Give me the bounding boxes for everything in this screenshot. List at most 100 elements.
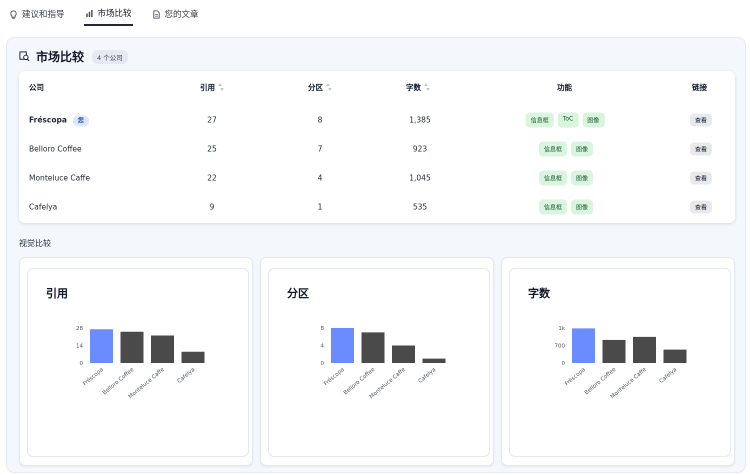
tab-bar: 建议和指导 市场比较 您的文章 [0, 0, 750, 26]
y-tick-label: 0 [80, 361, 84, 367]
y-tick-label: 0 [562, 361, 566, 367]
compare-search-icon [19, 51, 30, 62]
words-value: 535 [412, 202, 428, 211]
company-name: Fréscopa 您 [29, 115, 89, 126]
y-tick-label: 0 [321, 361, 325, 367]
visual-comparison-label: 视觉比较 [19, 239, 51, 248]
tab-label: 建议和指导 [22, 10, 65, 20]
x-tick-label: Fréscopa [564, 366, 587, 387]
table-row: Cafelya 9 1 535 信息框 图像 查看 [19, 192, 735, 221]
x-tick-label: Fréscopa [82, 366, 105, 387]
citations-value: 25 [207, 144, 217, 153]
view-link[interactable]: 查看 [689, 200, 713, 213]
bar [120, 331, 144, 363]
citations-bar-chart: 01428FréscopaBelloro CoffeeMonteluce Caf… [76, 326, 205, 400]
sort-icon[interactable] [326, 83, 332, 92]
x-tick-label: Belloro Coffee [102, 367, 136, 397]
feature-chip: 图像 [582, 112, 605, 127]
chart-inner: 字数 0 700 1k Fréscopa Belloro Coffee Monteluce… [509, 268, 731, 457]
feature-chips: 信息框 图像 [538, 170, 594, 185]
citations-value: 22 [207, 173, 217, 182]
feature-chip: 信息框 [525, 112, 554, 127]
bar [331, 328, 354, 363]
feature-chip: 图像 [571, 199, 594, 214]
header-sections[interactable]: 分区 [308, 82, 332, 93]
chart-card-citations: 引用 0 14 28 Fréscopa Belloro Coffee Monteluce … [19, 257, 253, 466]
bar [392, 345, 415, 363]
sections-bar-chart: 048FréscopaBelloro CoffeeMonteluce Caffe… [321, 326, 446, 400]
tab-your-article[interactable]: 您的文章 [151, 2, 200, 26]
company-name: Cafelya [29, 202, 58, 211]
sections-value: 7 [317, 144, 323, 153]
document-icon [152, 9, 160, 19]
chart-inner: 分区 0 4 8 Fréscopa Belloro Coffee Monteluce Ca… [268, 268, 490, 457]
x-tick-label: Cafelya [177, 367, 197, 385]
panel-title: 市场比较 [36, 50, 85, 64]
chart-card-words: 字数 0 700 1k Fréscopa Belloro Coffee Monteluce… [501, 257, 735, 466]
tab-market-comparison[interactable]: 市场比较 [83, 2, 133, 26]
header-company: 公司 [29, 83, 44, 92]
tab-suggestions[interactable]: 建议和指导 [8, 2, 66, 26]
feature-chip: 信息框 [538, 141, 567, 156]
table-row: Monteluce Caffe 22 4 1,045 信息框 图像 查看 [19, 163, 735, 192]
x-tick-label: Belloro Coffee [343, 367, 377, 397]
words-bar-chart: 07001kFréscopaBelloro CoffeeMonteluce Ca… [555, 326, 687, 400]
view-link[interactable]: 查看 [689, 142, 713, 155]
tab-label: 您的文章 [164, 10, 199, 20]
bar [572, 328, 595, 363]
company-name: Monteluce Caffe [29, 173, 90, 182]
header-features: 功能 [557, 83, 572, 92]
view-link[interactable]: 查看 [689, 113, 713, 126]
x-tick-label: Cafelya [418, 367, 438, 385]
you-badge: 您 [72, 115, 89, 126]
y-tick-label: 8 [321, 326, 325, 332]
words-value: 1,385 [409, 115, 431, 124]
feature-chips: 信息框 图像 [538, 141, 594, 156]
table-row: Belloro Coffee 25 7 923 信息框 图像 查看 [19, 134, 735, 163]
bar-chart-icon [85, 9, 93, 17]
bar [633, 336, 656, 363]
x-tick-label: Belloro Coffee [584, 367, 618, 397]
feature-chip: 信息框 [538, 199, 567, 214]
feature-chip: 信息框 [538, 170, 567, 185]
feature-chip: 图像 [571, 170, 594, 185]
x-tick-label: Fréscopa [323, 366, 346, 387]
view-link[interactable]: 查看 [689, 171, 713, 184]
y-tick-label: 1k [558, 326, 565, 332]
feature-chip: ToC [557, 112, 579, 127]
bar [90, 329, 113, 363]
header-link: 链接 [692, 83, 707, 92]
feature-chips: 信息框 图像 [538, 199, 594, 214]
sections-value: 1 [317, 202, 323, 211]
chart-card-sections: 分区 0 4 8 Fréscopa Belloro Coffee Monteluce Ca… [260, 257, 494, 466]
table-row: Fréscopa 您 27 8 1,385 信息框 ToC 图像 查看 [19, 105, 735, 134]
company-name: Belloro Coffee [29, 144, 82, 153]
company-count-badge: 4 个公司 [92, 49, 128, 64]
y-tick-label: 28 [76, 326, 83, 332]
citations-value: 27 [207, 115, 217, 124]
words-value: 1,045 [409, 173, 431, 182]
panel-header: 市场比较 4 个公司 [19, 48, 128, 65]
sections-value: 8 [317, 115, 323, 124]
chart-inner: 引用 0 14 28 Fréscopa Belloro Coffee Monteluce … [27, 268, 249, 457]
y-tick-label: 14 [76, 344, 83, 350]
bar [663, 349, 687, 363]
market-comparison-panel: 市场比较 4 个公司 公司 引用 分区 字数 功能 链接 Fréscopa 您 2… [6, 37, 746, 473]
sort-icon[interactable] [424, 83, 430, 92]
bar [181, 351, 205, 363]
header-citations[interactable]: 引用 [200, 82, 224, 93]
comparison-table: 公司 引用 分区 字数 功能 链接 Fréscopa 您 27 8 1,385 信… [19, 71, 735, 223]
citations-value: 9 [209, 202, 215, 211]
y-tick-label: 700 [555, 344, 566, 350]
bar [602, 339, 626, 363]
bar [422, 358, 446, 363]
feature-chip: 图像 [571, 141, 594, 156]
words-value: 923 [412, 144, 428, 153]
x-tick-label: Cafelya [659, 367, 679, 385]
bar [361, 332, 385, 363]
sort-icon[interactable] [218, 83, 224, 92]
tab-label: 市场比较 [97, 9, 132, 19]
header-words[interactable]: 字数 [406, 82, 430, 93]
lightbulb-icon [10, 9, 17, 19]
feature-chips: 信息框 ToC 图像 [525, 112, 605, 127]
